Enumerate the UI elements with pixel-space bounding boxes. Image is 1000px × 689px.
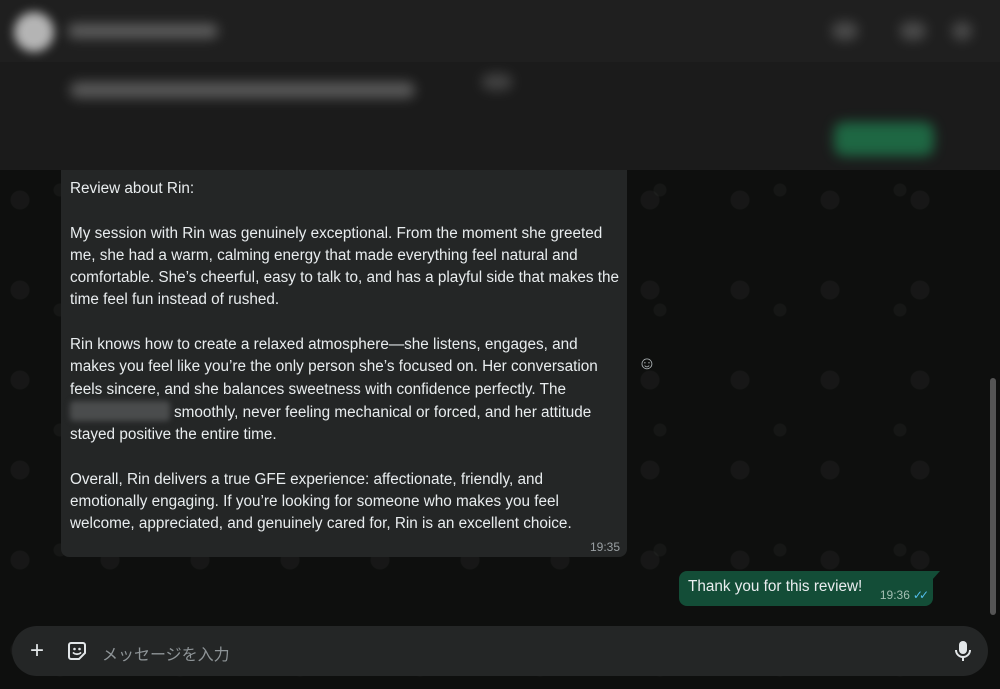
- redacted-message-area: [0, 62, 1000, 170]
- contact-avatar[interactable]: [14, 12, 54, 52]
- paragraph-2-start: Rin knows how to create a relaxed atmosp…: [70, 336, 603, 398]
- read-ticks-icon: ✓✓: [912, 588, 929, 602]
- outgoing-meta: 19:36 ✓✓: [879, 588, 929, 602]
- message-paragraph-1: My session with Rin was genuinely except…: [70, 224, 624, 309]
- outgoing-message[interactable]: Thank you for this review! 19:36 ✓✓: [679, 571, 940, 606]
- redacted-text: [70, 82, 415, 98]
- redacted-element: [482, 74, 512, 90]
- outgoing-time: 19:36: [879, 588, 910, 602]
- redacted-text: [70, 400, 170, 421]
- outgoing-text: Thank you for this review!: [688, 578, 863, 595]
- message-time: 19:35: [589, 540, 620, 554]
- video-call-icon[interactable]: [832, 22, 858, 40]
- search-icon[interactable]: [900, 22, 926, 40]
- sticker-icon[interactable]: [64, 638, 90, 664]
- bubble-tail: [932, 571, 940, 580]
- message-paragraph-2: Rin knows how to create a relaxed atmosp…: [70, 334, 619, 446]
- incoming-message[interactable]: Review about Rin: My session with Rin wa…: [61, 170, 627, 557]
- message-paragraph-3: Overall, Rin delivers a true GFE experie…: [70, 470, 572, 533]
- message-title: Review about Rin:: [70, 180, 195, 197]
- redacted-outgoing-bubble: [834, 122, 934, 156]
- mic-icon[interactable]: [950, 638, 976, 664]
- chat-header: [0, 0, 1000, 62]
- chat-scrollbar[interactable]: [990, 378, 996, 615]
- message-composer: + メッセージを入力: [12, 626, 988, 676]
- message-input[interactable]: メッセージを入力: [102, 641, 230, 665]
- contact-name-redacted[interactable]: [68, 24, 218, 38]
- emoji-react-icon[interactable]: ☺: [637, 353, 657, 373]
- add-attachment-icon[interactable]: +: [24, 638, 50, 664]
- menu-icon[interactable]: [952, 22, 972, 40]
